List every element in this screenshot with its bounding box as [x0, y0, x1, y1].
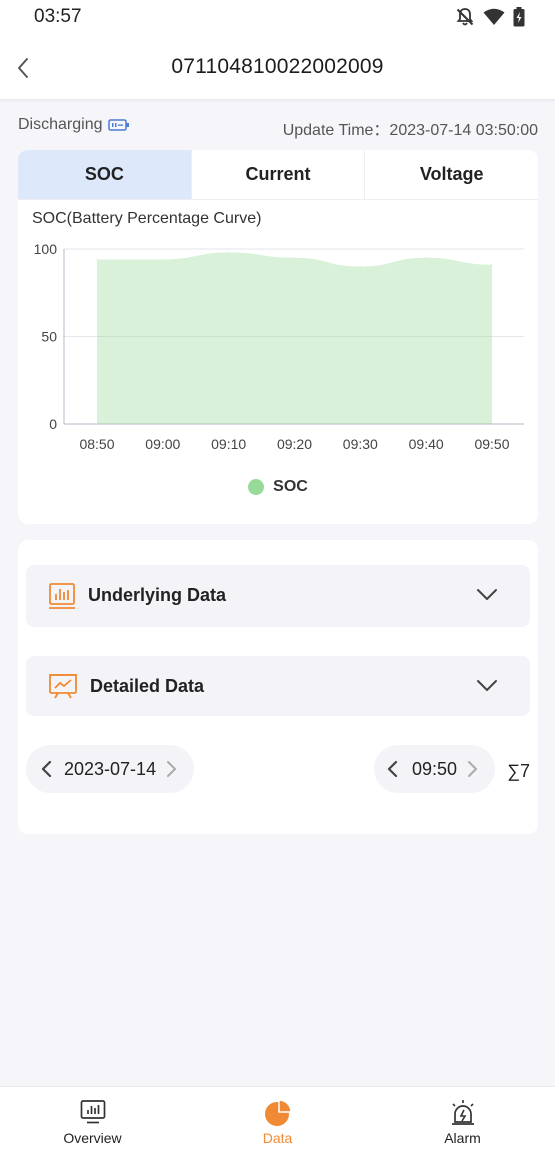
- page-title: 071104810022002009: [171, 55, 384, 78]
- sum-button[interactable]: ∑7: [507, 761, 530, 782]
- underlying-data-panel[interactable]: Underlying Data: [26, 565, 530, 627]
- update-label: Update Time：: [282, 122, 390, 139]
- alarm-icon: [451, 1100, 474, 1125]
- soc-point: [228, 252, 230, 253]
- time-prev-button[interactable]: [382, 759, 402, 779]
- detailed-data-panel[interactable]: Detailed Data: [26, 656, 530, 716]
- tab-soc[interactable]: SOC: [18, 150, 192, 199]
- date-prev-button[interactable]: [36, 759, 56, 779]
- bottom-nav: Overview Data Alarm: [0, 1086, 555, 1151]
- data-card: Underlying Data Detailed Data 2023-07-14: [18, 540, 538, 834]
- battery-status-icon: [108, 119, 130, 131]
- x-tick-label: 09:40: [409, 436, 444, 452]
- date-picker: 2023-07-14: [26, 745, 194, 793]
- chevron-left-icon: [387, 760, 398, 778]
- x-tick-label: 09:10: [211, 436, 246, 452]
- discharge-status: Discharging: [18, 116, 130, 134]
- time-next-button[interactable]: [463, 759, 483, 779]
- legend-label: SOC: [273, 478, 308, 495]
- wifi-icon: [483, 8, 505, 25]
- chevron-down-icon[interactable]: [476, 679, 498, 693]
- chevron-right-icon: [167, 761, 177, 777]
- soc-area: [97, 252, 492, 424]
- x-tick-label: 09:00: [145, 436, 180, 452]
- info-row: Discharging Update Time：2023-07-14 03:50…: [18, 116, 538, 139]
- update-value: 2023-07-14 03:50:00: [389, 122, 538, 139]
- chart-legend[interactable]: SOC: [18, 478, 538, 496]
- update-time: Update Time：2023-07-14 03:50:00: [283, 116, 538, 140]
- soc-point: [162, 259, 164, 260]
- nav-overview-label: Overview: [63, 1130, 122, 1146]
- time-picker: 09:50: [374, 745, 495, 793]
- trend-chart-icon: [49, 674, 77, 699]
- data-pie-icon: [264, 1099, 292, 1126]
- status-time: 03:57: [34, 6, 82, 27]
- battery-charging-icon: [513, 7, 525, 27]
- y-tick-label: 100: [34, 241, 58, 257]
- tab-voltage[interactable]: Voltage: [365, 150, 538, 199]
- underlying-data-label: Underlying Data: [88, 585, 227, 605]
- time-value[interactable]: 09:50: [412, 759, 457, 780]
- chart-title: SOC(Battery Percentage Curve): [32, 210, 262, 227]
- soc-point: [294, 257, 295, 259]
- status-icons: [455, 7, 525, 27]
- soc-chart: 0 50 100 08:50 09:00 09:10 09:20 09:30 09:40 09:5…: [34, 241, 524, 452]
- chevron-down-icon[interactable]: [476, 588, 498, 602]
- soc-point: [425, 257, 427, 259]
- y-tick-label: 50: [41, 329, 57, 345]
- page-header: 071104810022002009: [0, 34, 555, 100]
- chart-tabs: SOC Current Voltage: [18, 150, 538, 200]
- status-bar: 03:57: [0, 0, 555, 34]
- soc-point: [359, 266, 361, 267]
- chart-card: SOC Current Voltage SOC(Battery Percenta…: [18, 150, 538, 524]
- date-value[interactable]: 2023-07-14: [64, 759, 156, 780]
- x-tick-label: 08:50: [79, 436, 114, 452]
- x-tick-label: 09:30: [343, 436, 378, 452]
- nav-overview[interactable]: Overview: [0, 1087, 185, 1151]
- nav-data-label: Data: [262, 1130, 293, 1146]
- soc-point: [491, 264, 493, 266]
- notifications-off-icon: [456, 8, 474, 26]
- x-tick-label: 09:20: [277, 436, 312, 452]
- soc-point: [96, 259, 98, 260]
- overview-icon: [80, 1100, 105, 1124]
- detailed-data-label: Detailed Data: [90, 676, 205, 696]
- nav-alarm-label: Alarm: [444, 1130, 481, 1146]
- legend-marker: [248, 479, 265, 495]
- bar-chart-icon: [49, 583, 75, 609]
- chevron-right-icon: [468, 761, 478, 777]
- chevron-left-icon: [41, 760, 52, 778]
- y-tick-label: 0: [49, 416, 57, 432]
- nav-data[interactable]: Data: [185, 1087, 370, 1151]
- status-text: Discharging: [18, 116, 103, 133]
- x-tick-label: 09:50: [474, 436, 509, 452]
- tab-current[interactable]: Current: [192, 150, 366, 199]
- nav-alarm[interactable]: Alarm: [370, 1087, 555, 1151]
- date-next-button[interactable]: [162, 759, 182, 779]
